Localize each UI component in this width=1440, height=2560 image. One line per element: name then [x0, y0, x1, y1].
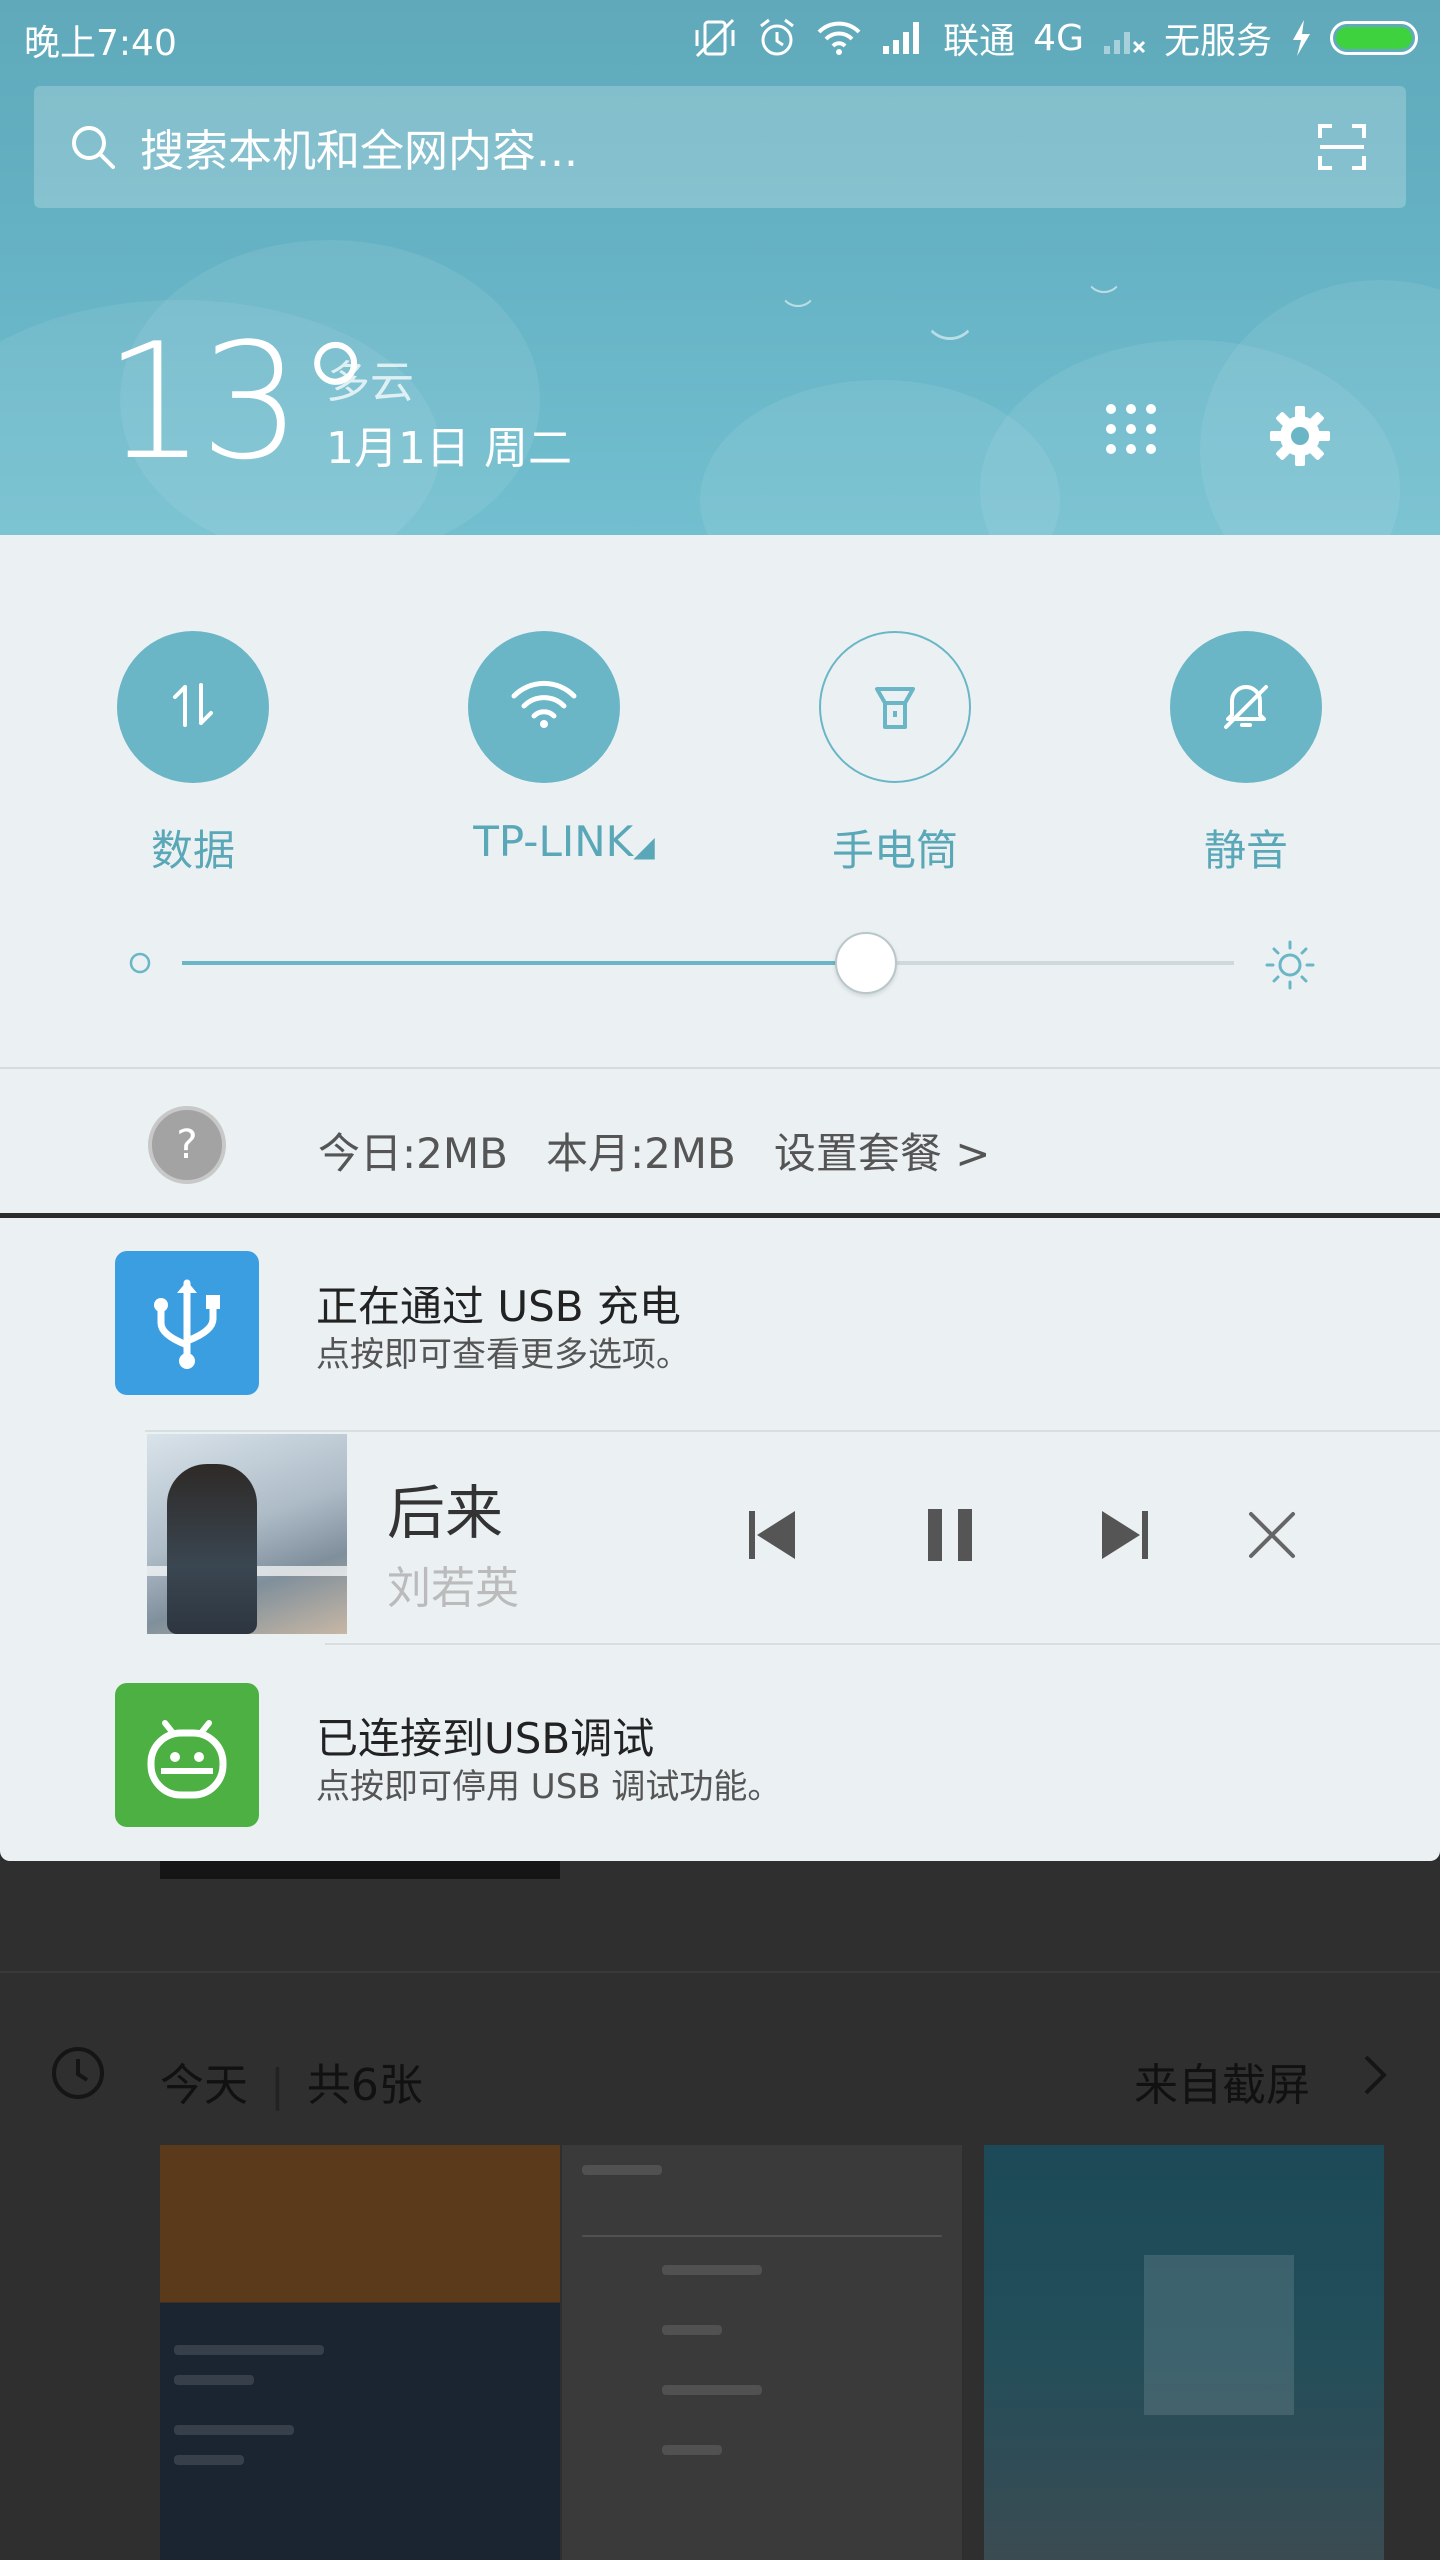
no-service-label: 无服务 [1163, 21, 1272, 62]
skip-next-icon [1102, 1511, 1148, 1559]
gallery-thumbnail[interactable] [984, 2145, 1384, 2560]
settings-gear-icon[interactable] [1268, 404, 1332, 472]
signal-icon [881, 14, 925, 62]
vibrate-off-icon [691, 14, 739, 62]
search-bar[interactable]: 搜索本机和全网内容... [34, 86, 1406, 208]
flashlight-icon [871, 679, 919, 735]
status-bar: 晚上7:40 联通 4G 无服务 [0, 0, 1440, 72]
divider [0, 1067, 1440, 1069]
toggle-flashlight-label: 手电筒 [831, 826, 958, 875]
pause-button[interactable] [905, 1490, 995, 1580]
notification-usb-charging[interactable]: 正在通过 USB 充电 点按即可查看更多选项。 [0, 1215, 1440, 1395]
notification-title: 正在通过 USB 充电 [316, 1282, 681, 1331]
background-gallery: 今天 | 共6张 来自截屏 [0, 1861, 1440, 2560]
wifi-icon [510, 680, 578, 734]
bird-decoration: ︶ [784, 297, 813, 330]
charging-icon [1290, 14, 1312, 62]
gallery-thumbnail[interactable] [562, 2145, 962, 2560]
notification-subtitle: 点按即可查看更多选项。 [316, 1335, 690, 1375]
carrier-label: 联通 [943, 21, 1016, 62]
wifi-expand-icon: ◢ [633, 830, 655, 863]
toggle-silent-button[interactable] [1170, 631, 1322, 783]
apps-grid-icon[interactable] [1104, 402, 1158, 460]
android-debug-icon [115, 1683, 259, 1827]
notification-list: 正在通过 USB 充电 点按即可查看更多选项。 后来 刘若英 已连接到USB调试… [0, 1215, 1440, 1861]
brightness-low-icon [128, 951, 152, 979]
toggle-silent-label: 静音 [1203, 826, 1288, 875]
wifi-network-name: TP-LINK [473, 817, 634, 866]
network-type-label: 4G [1033, 17, 1084, 59]
data-usage-row[interactable]: ? 今日:2MB 本月:2MB 设置套餐 > [0, 1070, 1440, 1210]
image-strip [160, 1861, 560, 1879]
bird-decoration: ︶ [1090, 283, 1119, 316]
toggle-data[interactable]: 数据 [73, 631, 313, 878]
song-artist: 刘若英 [387, 1563, 519, 1614]
gallery-source-link[interactable]: 来自截屏 [1134, 2049, 1310, 2113]
data-transfer-icon [169, 679, 217, 735]
brightness-slider-thumb[interactable] [834, 932, 897, 994]
brightness-slider-fill [182, 961, 866, 965]
close-icon [1249, 1512, 1295, 1558]
battery-icon [1330, 21, 1418, 55]
divider [145, 1430, 1440, 1432]
toggle-data-button[interactable] [117, 631, 269, 783]
divider [0, 1971, 1440, 1973]
toggle-flashlight-button[interactable] [819, 631, 971, 783]
gallery-group-header: 今天 | 共6张 来自截屏 [0, 2017, 1440, 2137]
toggle-wifi-label: TP-LINK◢ [464, 817, 664, 866]
close-player-button[interactable] [1227, 1490, 1317, 1580]
music-player-notification[interactable]: 后来 刘若英 [145, 1430, 1440, 1645]
pause-icon [928, 1509, 972, 1561]
weather-date: 1月1日 周二 [326, 423, 572, 474]
toggle-data-label: 数据 [150, 826, 235, 875]
bird-decoration: ︶ [930, 327, 970, 373]
alarm-icon [757, 14, 797, 62]
weather-header: ︶ ︶ ︶ 晚上7:40 联通 4G 无服务 搜索本机和全网内容... 13° … [0, 0, 1440, 535]
help-icon[interactable]: ? [148, 1106, 226, 1184]
gallery-thumbnail[interactable] [160, 2145, 560, 2560]
status-time: 晚上7:40 [24, 23, 177, 64]
toggle-silent[interactable]: 静音 [1126, 631, 1366, 878]
gallery-date-count: 今天 | 共6张 [160, 2060, 423, 2111]
gallery-source: 来自截屏 [1134, 2060, 1310, 2111]
search-icon [68, 123, 118, 171]
bell-off-icon [1218, 677, 1274, 737]
wifi-icon [815, 14, 863, 62]
gallery-today: 今天 [160, 2060, 248, 2111]
divider [325, 1643, 1440, 1645]
setup-plan-link[interactable]: 设置套餐 > [774, 1120, 991, 1181]
battery-level [1336, 27, 1412, 49]
album-art [147, 1434, 347, 1634]
notification-title: 已连接到USB调试 [316, 1714, 655, 1763]
gallery-count: 共6张 [306, 2060, 423, 2111]
clock-icon [50, 2045, 106, 2105]
data-usage-month: 本月:2MB [545, 1129, 736, 1178]
scan-icon[interactable] [1318, 124, 1366, 174]
chevron-right-icon[interactable] [1360, 2051, 1390, 2103]
weather-condition: 多云 [326, 357, 414, 408]
toggle-wifi-button[interactable] [468, 631, 620, 783]
previous-track-button[interactable] [727, 1490, 817, 1580]
usb-icon [115, 1251, 259, 1395]
toggle-flashlight[interactable]: 手电筒 [775, 631, 1015, 878]
no-signal-icon [1102, 14, 1146, 62]
brightness-high-icon [1264, 939, 1316, 995]
toggle-wifi[interactable]: TP-LINK◢ [424, 631, 664, 866]
song-title: 后来 [387, 1479, 504, 1547]
notification-subtitle: 点按即可停用 USB 调试功能。 [316, 1767, 782, 1807]
data-usage-today: 今日:2MB [318, 1129, 508, 1178]
quick-settings-panel: 数据 TP-LINK◢ 手电筒 静音 ? 今日:2MB 本月:2MB 设置套餐 … [0, 535, 1440, 1213]
next-track-button[interactable] [1080, 1490, 1170, 1580]
skip-previous-icon [749, 1511, 795, 1559]
notification-usb-debugging[interactable]: 已连接到USB调试 点按即可停用 USB 调试功能。 [0, 1647, 1440, 1827]
search-input[interactable]: 搜索本机和全网内容... [140, 115, 578, 179]
